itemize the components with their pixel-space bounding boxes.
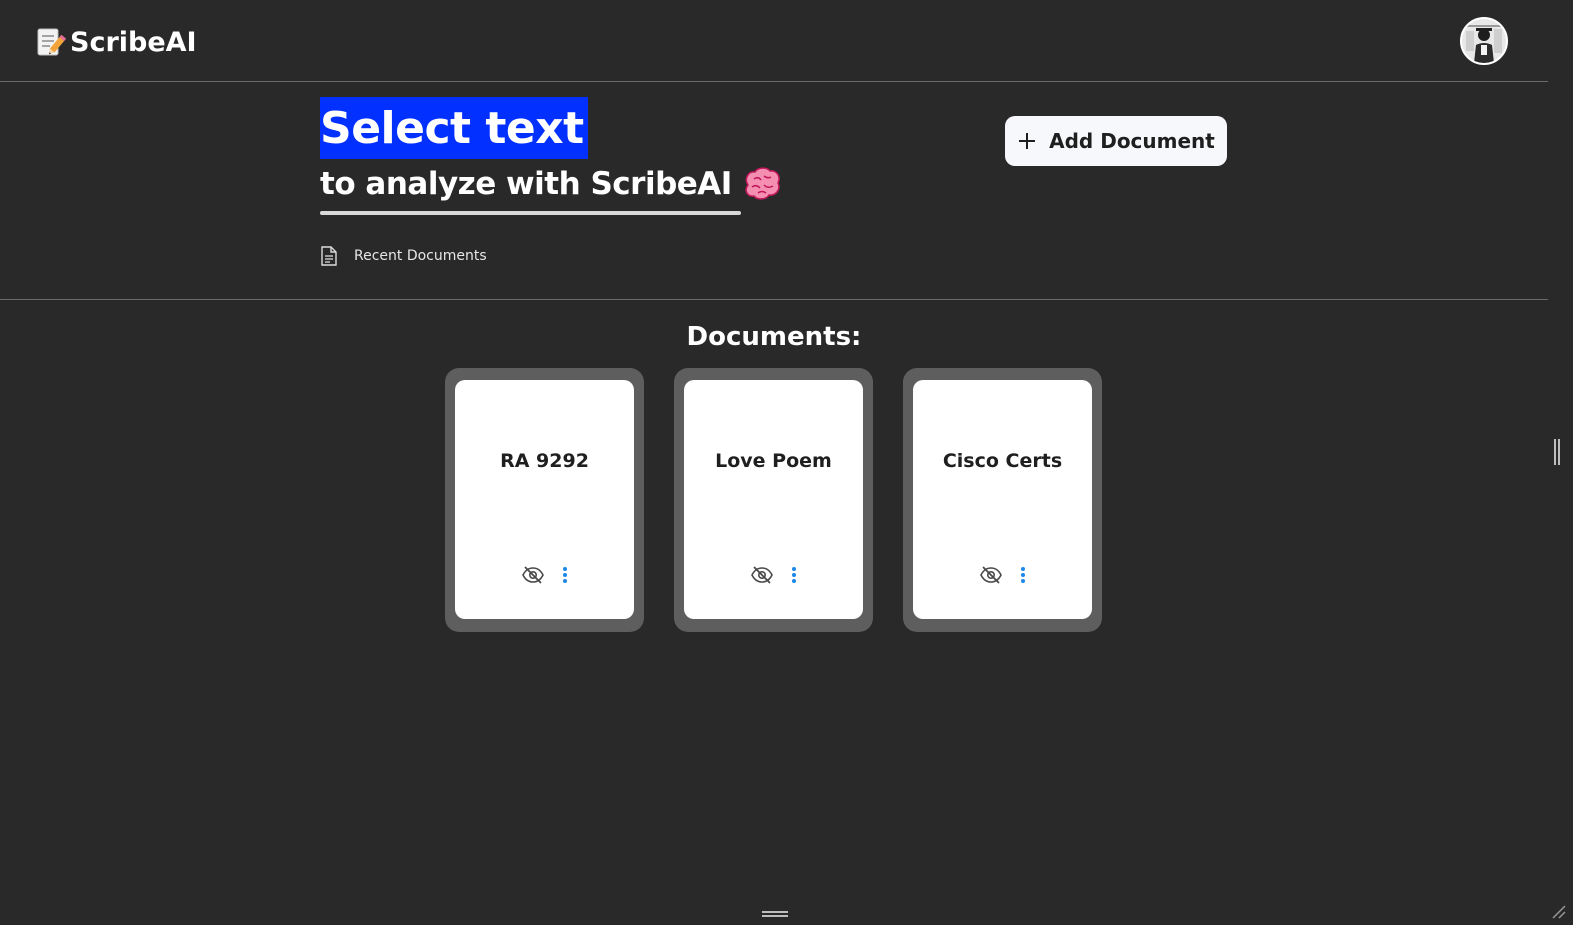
avatar[interactable] xyxy=(1460,17,1508,65)
document-card-frame: Cisco Certs xyxy=(903,368,1102,632)
section-divider xyxy=(0,299,1548,300)
document-card-frame: Love Poem xyxy=(674,368,873,632)
hero-highlighted-title: Select text xyxy=(320,97,588,159)
document-title: RA 9292 xyxy=(500,450,589,472)
document-card[interactable]: Cisco Certs xyxy=(913,380,1092,619)
brain-icon xyxy=(745,167,780,200)
hero-underline xyxy=(320,211,741,215)
recent-documents-link[interactable]: Recent Documents xyxy=(320,246,487,266)
document-icon xyxy=(321,246,337,266)
brand-logo[interactable]: ScribeAI xyxy=(34,26,197,58)
plus-icon xyxy=(1019,133,1036,149)
user-avatar-icon xyxy=(1462,19,1506,63)
document-actions xyxy=(913,566,1092,584)
side-resize-handle[interactable] xyxy=(1554,439,1560,465)
more-vertical-icon[interactable] xyxy=(791,566,797,584)
document-actions xyxy=(455,566,634,584)
eye-off-icon[interactable] xyxy=(521,566,544,584)
add-document-button[interactable]: Add Document xyxy=(1005,116,1227,166)
bottom-resize-handle[interactable] xyxy=(762,911,788,917)
add-document-label: Add Document xyxy=(1049,129,1215,153)
eye-off-icon[interactable] xyxy=(750,566,773,584)
more-vertical-icon[interactable] xyxy=(1020,566,1026,584)
app-name: ScribeAI xyxy=(70,26,197,58)
memo-pencil-icon xyxy=(37,28,66,56)
more-vertical-icon[interactable] xyxy=(562,566,568,584)
eye-off-icon[interactable] xyxy=(979,566,1002,584)
document-title: Love Poem xyxy=(715,450,832,472)
document-card[interactable]: RA 9292 xyxy=(455,380,634,619)
document-title: Cisco Certs xyxy=(942,450,1063,472)
documents-heading: Documents: xyxy=(686,322,862,352)
hero-subtitle: to analyze with ScribeAI xyxy=(320,162,782,206)
resize-grip-icon[interactable] xyxy=(1551,904,1567,920)
document-actions xyxy=(684,566,863,584)
hero-subtitle-text: to analyze with ScribeAI xyxy=(320,166,732,202)
document-list: RA 9292 Love Poem Cisco Certs xyxy=(445,368,1102,632)
recent-documents-label: Recent Documents xyxy=(354,248,487,264)
app-window: ScribeAI Select text to analyze with Scr… xyxy=(0,0,1573,925)
document-card-frame: RA 9292 xyxy=(445,368,644,632)
document-card[interactable]: Love Poem xyxy=(684,380,863,619)
top-bar: ScribeAI xyxy=(0,0,1548,82)
